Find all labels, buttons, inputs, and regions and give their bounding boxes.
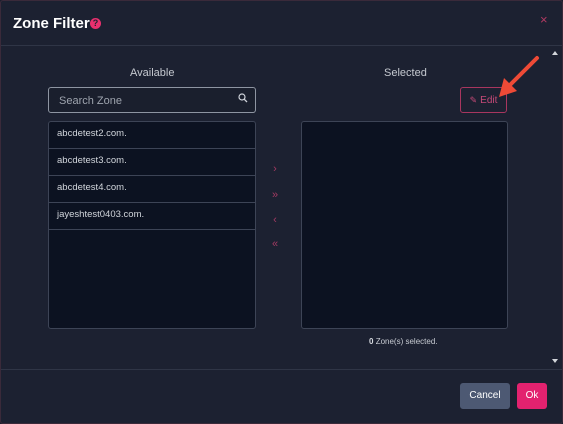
pencil-icon: ✎: [469, 95, 478, 105]
selected-count: 0: [369, 337, 374, 346]
scroll-up-arrow-icon[interactable]: [552, 51, 558, 55]
move-all-left-button[interactable]: «: [269, 238, 281, 250]
move-all-right-button[interactable]: »: [269, 189, 281, 201]
help-icon[interactable]: ?: [90, 18, 101, 29]
footer-divider: [1, 369, 562, 370]
ok-button[interactable]: Ok: [517, 383, 547, 409]
selected-zone-list: [301, 121, 508, 329]
selected-count-text: 0 Zone(s) selected.: [369, 337, 438, 346]
zone-filter-dialog: Zone Filter ? × Available Selected ✎Edit…: [0, 0, 563, 424]
list-item[interactable]: abcdetest4.com.: [49, 176, 255, 203]
annotation-arrow-icon: [499, 56, 539, 97]
cancel-button[interactable]: Cancel: [460, 383, 510, 409]
search-box: [48, 87, 256, 114]
dialog-title: Zone Filter: [13, 15, 90, 32]
search-zone-input[interactable]: [57, 88, 236, 114]
close-icon[interactable]: ×: [540, 12, 548, 27]
move-right-button[interactable]: ›: [269, 163, 281, 175]
dialog-header: Zone Filter ? ×: [1, 1, 562, 46]
available-zone-list: abcdetest2.com. abcdetest3.com. abcdetes…: [48, 121, 256, 329]
search-icon: [238, 93, 248, 103]
selected-count-suffix: Zone(s) selected.: [375, 337, 438, 346]
list-item[interactable]: abcdetest3.com.: [49, 149, 255, 176]
list-item[interactable]: abcdetest2.com.: [49, 122, 255, 149]
move-left-button[interactable]: ‹: [269, 214, 281, 226]
list-item[interactable]: jayeshtest0403.com.: [49, 203, 255, 230]
available-column-title: Available: [130, 67, 175, 79]
scroll-down-arrow-icon[interactable]: [552, 359, 558, 363]
selected-column-title: Selected: [384, 67, 427, 79]
